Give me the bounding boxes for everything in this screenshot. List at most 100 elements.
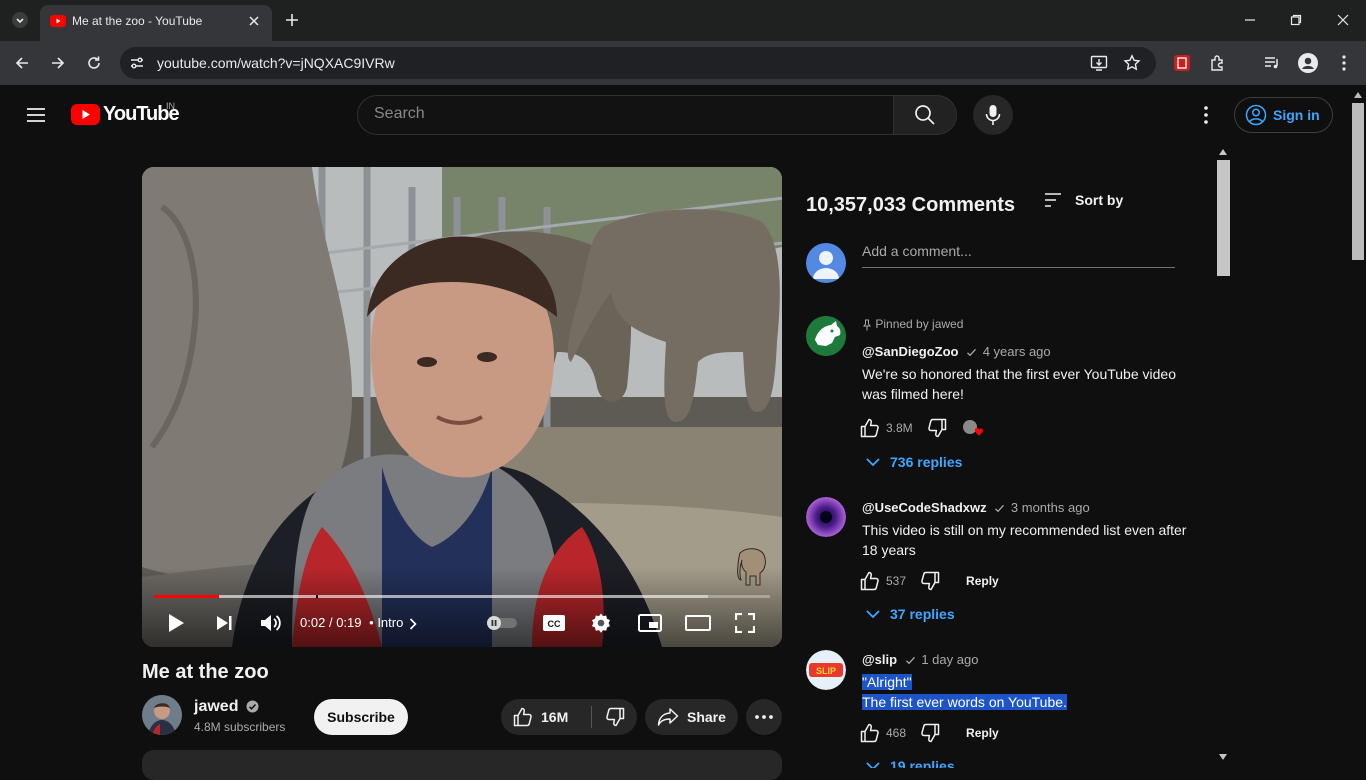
- comments-scrollbar-thumb[interactable]: [1217, 160, 1230, 276]
- share-button[interactable]: Share: [645, 699, 738, 735]
- bookmark-star-icon[interactable]: [1123, 54, 1141, 72]
- site-info-icon[interactable]: [129, 55, 145, 71]
- comment-header: @SanDiegoZoo 4 years ago: [862, 344, 1051, 359]
- autoplay-toggle[interactable]: [484, 613, 520, 633]
- address-bar[interactable]: youtube.com/watch?v=jNQXAC9IVRw: [120, 47, 1156, 79]
- more-actions-button[interactable]: [746, 699, 782, 735]
- comment-item: @UseCodeShadxwz 3 months ago This video …: [806, 497, 1196, 627]
- youtube-logo[interactable]: YouTube: [71, 103, 180, 126]
- verified-check-icon: [246, 700, 259, 713]
- tab-search-chevron-icon[interactable]: [8, 8, 32, 32]
- comment-avatar[interactable]: SLIP: [806, 650, 846, 690]
- replies-count: 736 replies: [890, 454, 963, 470]
- comment-header: @UseCodeShadxwz 3 months ago: [862, 500, 1090, 515]
- comment-author[interactable]: @SanDiegoZoo: [862, 344, 958, 359]
- add-comment-input[interactable]: Add a comment...: [862, 243, 1175, 268]
- channel-name-text[interactable]: jawed: [194, 698, 238, 715]
- back-arrow-icon[interactable]: [10, 51, 34, 75]
- view-replies-button[interactable]: 736 replies: [866, 454, 962, 470]
- close-tab-icon[interactable]: [248, 15, 260, 27]
- browser-menu-icon[interactable]: [1332, 51, 1356, 75]
- reply-button[interactable]: Reply: [966, 726, 999, 740]
- play-button[interactable]: [164, 611, 188, 635]
- page-scrollbar-thumb[interactable]: [1352, 103, 1364, 260]
- subscriber-count: 4.8M subscribers: [194, 720, 286, 734]
- video-player[interactable]: 0:02 / 0:19 • Intro CC: [142, 167, 782, 647]
- page-scroll-up-arrow-icon[interactable]: [1354, 92, 1362, 98]
- sort-by-button[interactable]: Sort by: [1043, 192, 1123, 208]
- time-display: 0:02 / 0:19 • Intro: [300, 615, 417, 630]
- comment-dislike-button[interactable]: [920, 571, 940, 591]
- like-divider: [591, 706, 592, 728]
- comment-like-button[interactable]: [860, 418, 880, 438]
- theater-mode-button[interactable]: [684, 611, 712, 635]
- comment-like-button[interactable]: [860, 571, 880, 591]
- scroll-down-arrow-icon[interactable]: [1219, 754, 1227, 760]
- close-window-icon[interactable]: [1331, 8, 1355, 32]
- thumbs-down-icon: [921, 723, 940, 743]
- fullscreen-button[interactable]: [733, 611, 757, 635]
- comment-dislike-button[interactable]: [920, 723, 940, 743]
- subscribe-button[interactable]: Subscribe: [314, 699, 408, 735]
- comment-avatar[interactable]: [806, 316, 846, 356]
- settings-button[interactable]: [589, 611, 613, 635]
- share-label: Share: [687, 709, 726, 725]
- browser-tab[interactable]: Me at the zoo - YouTube: [40, 5, 272, 41]
- subtitles-button[interactable]: CC: [540, 611, 568, 635]
- comment-text-line-1: "Alright": [862, 674, 912, 690]
- media-controls-icon[interactable]: [1260, 51, 1284, 75]
- search-icon: [914, 104, 936, 126]
- dislike-button[interactable]: [593, 699, 637, 735]
- restore-window-icon[interactable]: [1284, 8, 1308, 32]
- minimize-window-icon[interactable]: [1238, 8, 1262, 32]
- scroll-up-arrow-icon[interactable]: [1219, 149, 1227, 155]
- miniplayer-button[interactable]: [637, 611, 663, 635]
- comment-like-count: 537: [886, 574, 907, 588]
- comment-like-button[interactable]: [860, 723, 880, 743]
- progress-bar[interactable]: [154, 595, 770, 598]
- search-box[interactable]: [357, 95, 894, 135]
- view-replies-button[interactable]: 37 replies: [866, 606, 955, 622]
- voice-search-button[interactable]: [973, 95, 1013, 135]
- description-box[interactable]: [142, 750, 782, 780]
- buffered-fill: [154, 595, 709, 598]
- comment-avatar[interactable]: [806, 497, 846, 537]
- install-app-icon[interactable]: [1090, 54, 1108, 72]
- browser-tab-bar: Me at the zoo - YouTube: [0, 0, 1366, 41]
- comment-text: We're so honored that the first ever You…: [862, 366, 1176, 402]
- comment-time[interactable]: 1 day ago: [921, 652, 978, 667]
- search-input[interactable]: [374, 105, 874, 123]
- youtube-favicon-icon: [50, 15, 66, 27]
- like-button[interactable]: 16M: [501, 699, 591, 735]
- user-avatar: [806, 243, 846, 283]
- comment-author[interactable]: @slip: [862, 652, 897, 667]
- played-fill: [154, 595, 219, 598]
- channel-name[interactable]: jawed: [194, 698, 259, 716]
- forward-arrow-icon[interactable]: [46, 51, 70, 75]
- more-horizontal-icon: [755, 715, 773, 719]
- new-tab-icon[interactable]: [280, 8, 304, 32]
- next-video-button[interactable]: [212, 611, 236, 635]
- channel-avatar[interactable]: [142, 695, 182, 735]
- comment-dislike-button[interactable]: [927, 418, 947, 438]
- closed-captions-icon: CC: [542, 614, 566, 632]
- view-replies-button[interactable]: 19 replies: [866, 758, 955, 768]
- comment-time[interactable]: 4 years ago: [983, 344, 1051, 359]
- reload-icon[interactable]: [82, 51, 106, 75]
- comment-time[interactable]: 3 months ago: [1011, 500, 1090, 515]
- chapter-title[interactable]: Intro: [377, 615, 403, 630]
- comment-author[interactable]: @UseCodeShadxwz: [862, 500, 987, 515]
- video-title: Me at the zoo: [142, 661, 269, 683]
- verified-check-icon: [966, 347, 977, 358]
- hamburger-menu-icon[interactable]: [24, 103, 48, 127]
- sign-in-button[interactable]: Sign in: [1234, 97, 1333, 133]
- search-button[interactable]: [893, 95, 957, 135]
- extensions-puzzle-icon[interactable]: [1206, 51, 1230, 75]
- url-text[interactable]: youtube.com/watch?v=jNQXAC9IVRw: [157, 55, 395, 71]
- settings-dots-icon[interactable]: [1194, 103, 1218, 127]
- profile-avatar-icon[interactable]: [1296, 51, 1320, 75]
- mute-button[interactable]: [259, 611, 283, 635]
- replies-count: 37 replies: [890, 606, 955, 622]
- extension-red-icon[interactable]: [1170, 51, 1194, 75]
- reply-button[interactable]: Reply: [966, 574, 999, 588]
